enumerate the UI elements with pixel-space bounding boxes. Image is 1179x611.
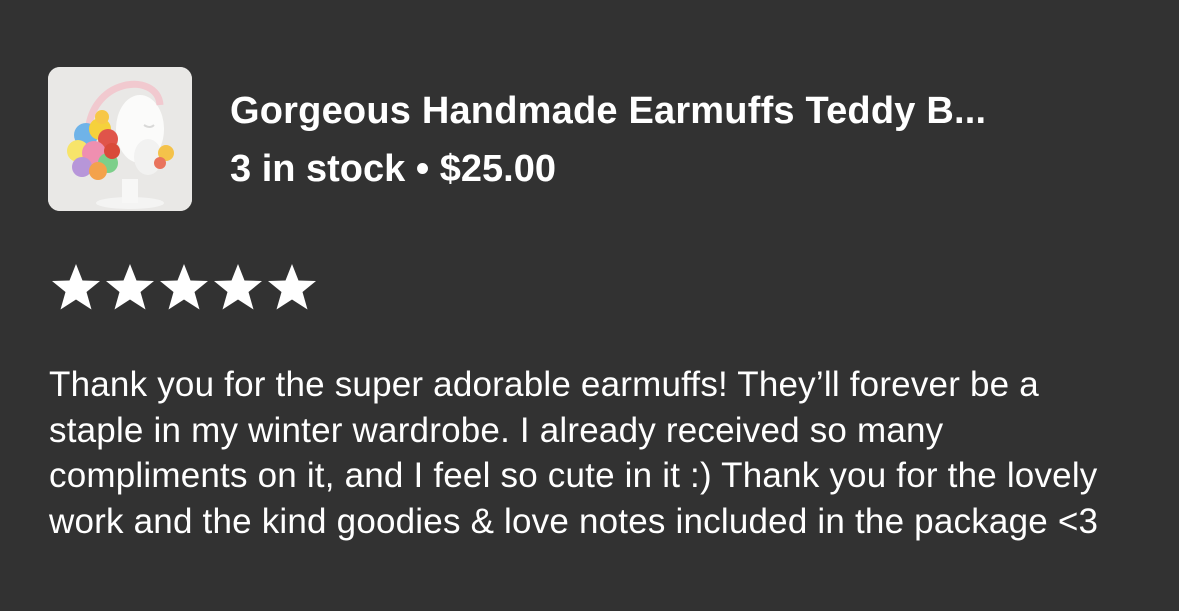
product-thumbnail[interactable] xyxy=(48,67,192,211)
review-text: Thank you for the super adorable earmuff… xyxy=(49,365,1099,541)
listing-title[interactable]: Gorgeous Handmade Earmuffs Teddy B... xyxy=(230,89,1130,133)
star-icon xyxy=(52,264,100,310)
star-rating xyxy=(50,262,318,312)
listing-header[interactable]: Gorgeous Handmade Earmuffs Teddy B... 3 … xyxy=(48,67,1148,212)
star-icon xyxy=(106,264,154,310)
listing-price: $25.00 xyxy=(439,148,556,190)
earmuffs-product-photo-icon xyxy=(48,67,192,211)
star-icon xyxy=(214,264,262,310)
star-icon xyxy=(160,264,208,310)
stock-count: 3 in stock xyxy=(230,148,406,190)
listing-meta: 3 in stock • $25.00 xyxy=(230,147,556,191)
meta-separator: • xyxy=(415,148,430,190)
star-icon xyxy=(268,264,316,310)
